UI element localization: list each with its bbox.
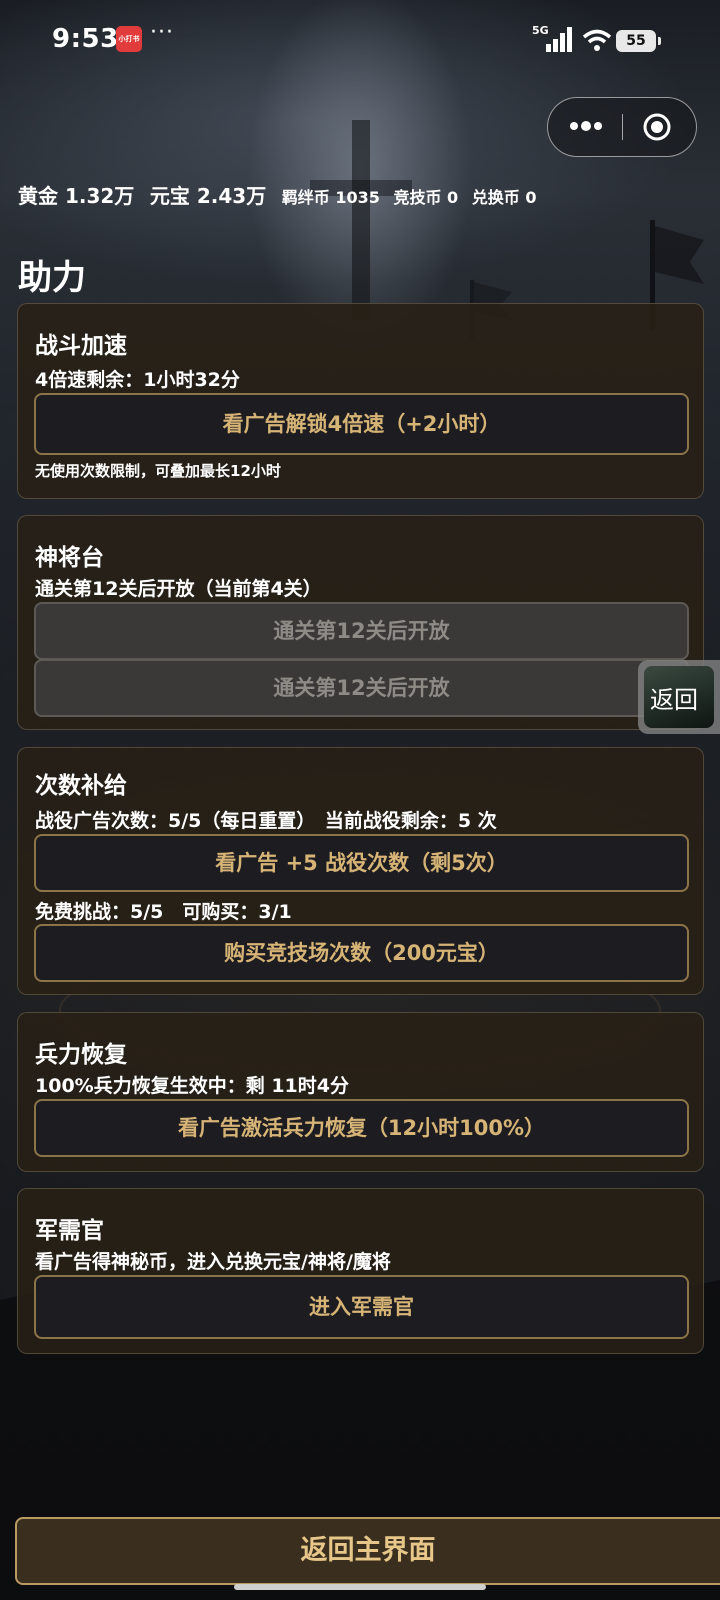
card-title: 兵力恢复 (35, 1042, 127, 1068)
card-count-refill: 次数补给 战役广告次数：5/5（每日重置） 当前战役剩余：5 次 看广告 +5 … (17, 747, 704, 995)
miniprogram-capsule (547, 97, 697, 157)
capsule-divider (622, 114, 623, 140)
speedup-note: 无使用次数限制，可叠加最长12小时 (35, 462, 281, 480)
page-title: 助力 (18, 258, 86, 298)
card-title: 神将台 (35, 545, 104, 571)
shenjiang-status: 通关第12关后开放（当前第4关） (35, 578, 322, 600)
quartermaster-description: 看广告得神秘币，进入兑换元宝/神将/魔将 (35, 1251, 391, 1273)
troop-recovery-status: 100%兵力恢复生效中：剩 11时4分 (35, 1075, 349, 1097)
buy-arena-count-button[interactable]: 购买竞技场次数（200元宝） (34, 924, 689, 982)
home-indicator[interactable] (234, 1584, 486, 1590)
activate-troop-recovery-button[interactable]: 看广告激活兵力恢复（12小时100%） (34, 1099, 689, 1157)
arena-coin-resource: 竞技币 0 (393, 188, 459, 207)
app-badge-icon: 小打书 (116, 26, 142, 52)
bond-coin-resource: 羁绊币 1035 (281, 188, 380, 207)
card-title: 军需官 (35, 1218, 104, 1244)
return-main-button[interactable]: 返回主界面 (15, 1517, 720, 1585)
card-shenjiang-tai: 神将台 通关第12关后开放（当前第4关） 通关第12关后开放 通关第12关后开放 (17, 515, 704, 730)
card-troop-recovery: 兵力恢复 100%兵力恢复生效中：剩 11时4分 看广告激活兵力恢复（12小时1… (17, 1012, 704, 1172)
card-title: 战斗加速 (35, 333, 127, 359)
status-bar: 9:53 小打书 ··· 5G 55 (0, 0, 720, 80)
notification-more-icon: ··· (150, 20, 174, 45)
status-time: 9:53 (52, 24, 119, 54)
wifi-icon (582, 29, 612, 51)
card-battle-speedup: 战斗加速 4倍速剩余：1小时32分 看广告解锁4倍速（+2小时） 无使用次数限制… (17, 303, 704, 499)
yuanbao-resource: 元宝 2.43万 (149, 184, 267, 208)
resource-bar: 黄金 1.32万 元宝 2.43万 羁绊币 1035 竞技币 0 兑换币 0 (18, 180, 708, 210)
speedup-status: 4倍速剩余：1小时32分 (35, 369, 240, 391)
signal-icon (546, 27, 572, 52)
shenjiang-locked-button-2[interactable]: 通关第12关后开放 (34, 659, 689, 717)
campaign-ad-status: 战役广告次数：5/5（每日重置） 当前战役剩余：5 次 (35, 810, 497, 832)
floating-back-button[interactable]: 返回 (638, 660, 720, 734)
close-miniprogram-icon[interactable] (642, 112, 672, 142)
floating-back-label: 返回 (650, 686, 698, 714)
gold-resource: 黄金 1.32万 (18, 184, 135, 208)
more-dots-icon[interactable] (566, 111, 606, 141)
battery-icon: 55 (616, 30, 661, 52)
arena-challenge-status: 免费挑战：5/5 可购买：3/1 (35, 901, 292, 923)
watch-ad-campaign-button[interactable]: 看广告 +5 战役次数（剩5次） (34, 834, 689, 892)
enter-quartermaster-button[interactable]: 进入军需官 (34, 1275, 689, 1339)
card-title: 次数补给 (35, 773, 127, 799)
unlock-4x-speed-button[interactable]: 看广告解锁4倍速（+2小时） (34, 393, 689, 455)
card-quartermaster: 军需官 看广告得神秘币，进入兑换元宝/神将/魔将 进入军需官 (17, 1188, 704, 1354)
shenjiang-locked-button-1[interactable]: 通关第12关后开放 (34, 602, 689, 660)
exchange-coin-resource: 兑换币 0 (471, 188, 537, 207)
